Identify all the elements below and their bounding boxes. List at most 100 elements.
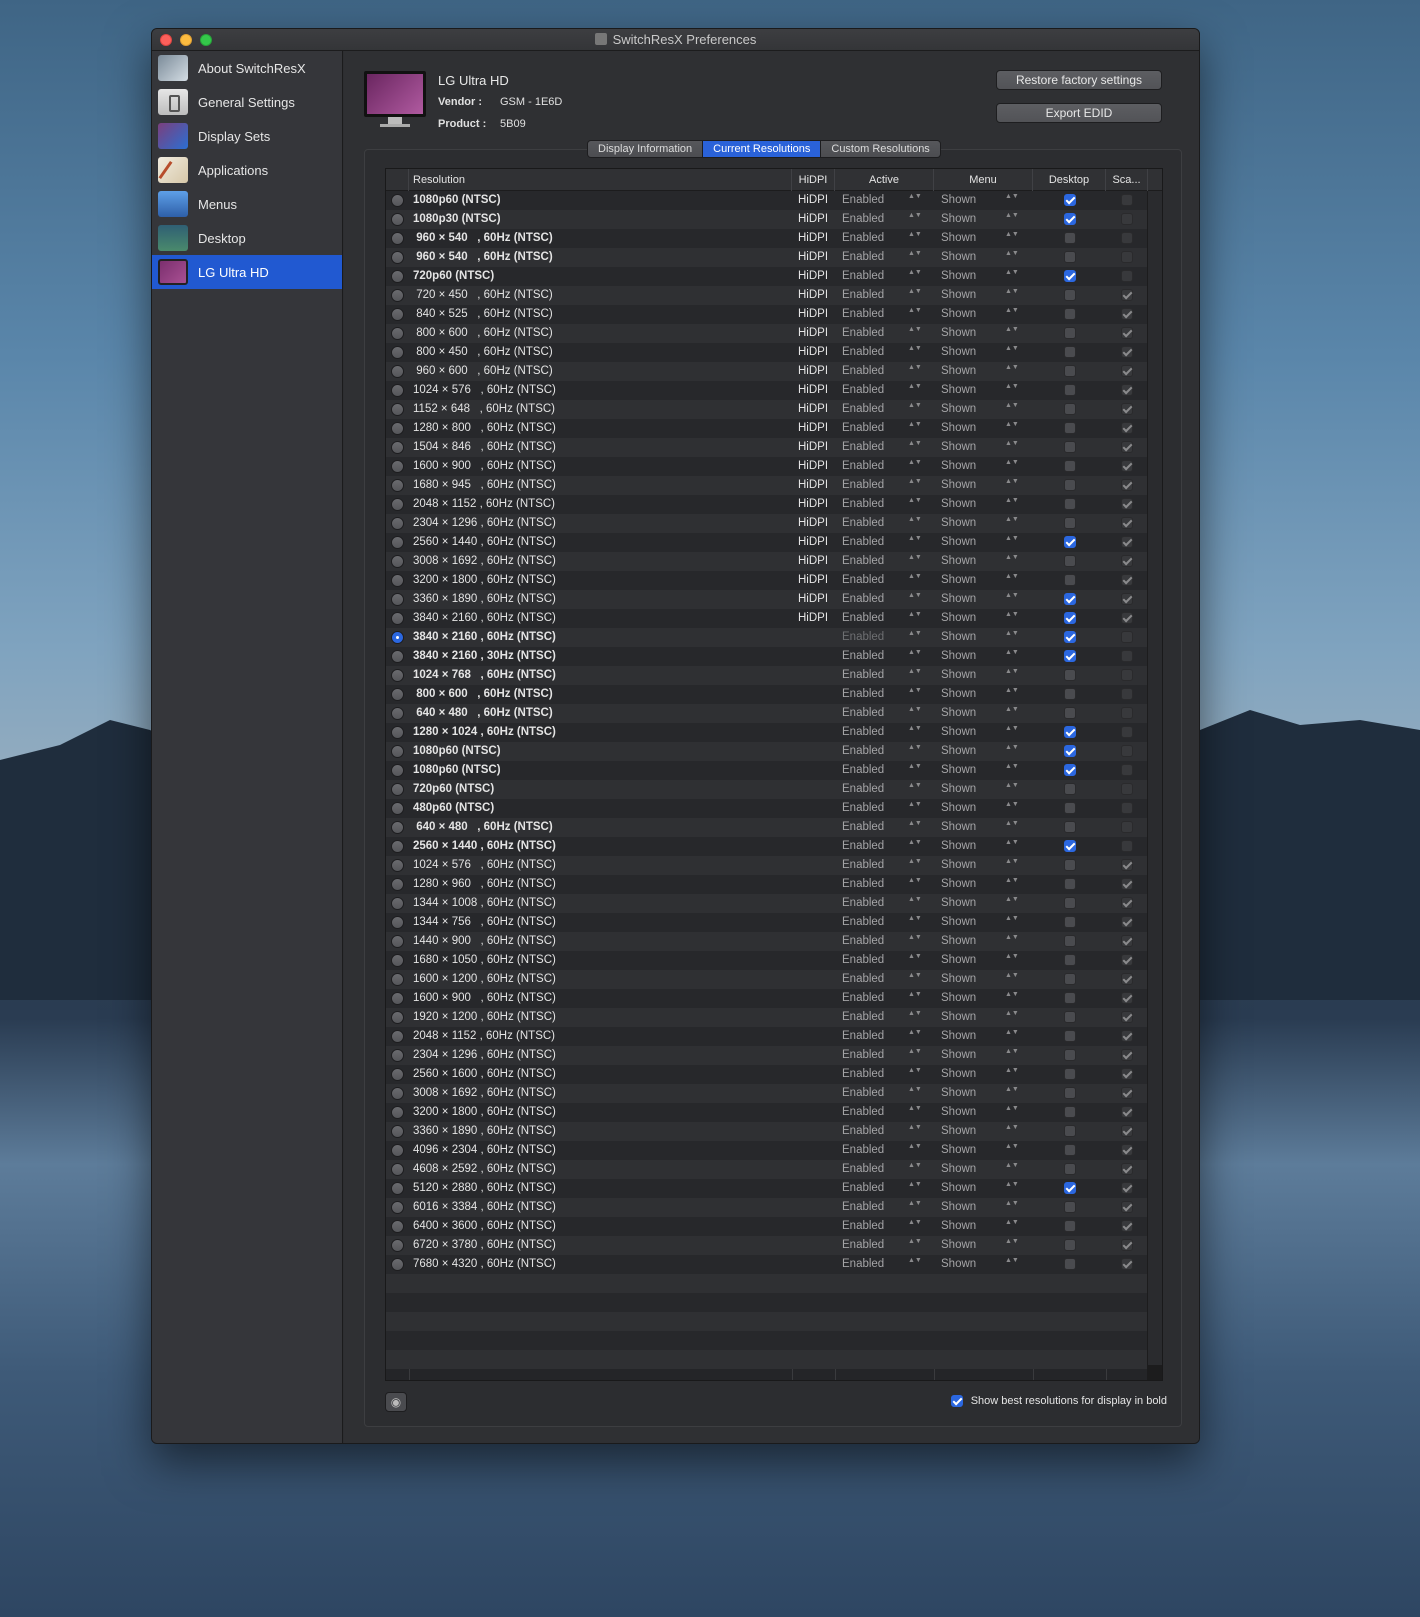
menu-popup[interactable]: Shown xyxy=(941,780,976,799)
table-row[interactable]: 3008 × 1692 , 60Hz (NTSC) HiDPI Enabled ▲▼ S… xyxy=(386,552,1148,571)
scaled-checkbox[interactable] xyxy=(1121,251,1133,263)
desktop-checkbox[interactable] xyxy=(1064,1163,1076,1175)
menu-popup[interactable]: Shown xyxy=(941,1179,976,1198)
scaled-checkbox[interactable] xyxy=(1121,536,1133,548)
desktop-checkbox[interactable] xyxy=(1064,536,1076,548)
active-popup[interactable]: Enabled xyxy=(842,628,884,647)
menu-popup[interactable]: Shown xyxy=(941,818,976,837)
scaled-checkbox[interactable] xyxy=(1121,1049,1133,1061)
menu-popup[interactable]: Shown xyxy=(941,666,976,685)
resolution-radio[interactable] xyxy=(391,669,404,682)
table-row[interactable]: 4096 × 2304 , 60Hz (NTSC) Enabled ▲▼ Shown ▲… xyxy=(386,1141,1148,1160)
menu-popup[interactable]: Shown xyxy=(941,267,976,286)
menu-popup[interactable]: Shown xyxy=(941,856,976,875)
active-popup[interactable]: Enabled xyxy=(842,1141,884,1160)
active-popup[interactable]: Enabled xyxy=(842,704,884,723)
table-row[interactable]: 840 × 525 , 60Hz (NTSC) HiDPI Enabled ▲▼ Sho… xyxy=(386,305,1148,324)
show-bold-checkbox[interactable] xyxy=(950,1395,963,1407)
table-row[interactable]: 1080p30 (NTSC) HiDPI Enabled ▲▼ Shown ▲▼ xyxy=(386,210,1148,229)
desktop-checkbox[interactable] xyxy=(1064,441,1076,453)
scaled-checkbox[interactable] xyxy=(1121,745,1133,757)
active-popup[interactable]: Enabled xyxy=(842,514,884,533)
resolution-radio[interactable] xyxy=(391,954,404,967)
active-popup[interactable]: Enabled xyxy=(842,419,884,438)
desktop-checkbox[interactable] xyxy=(1064,517,1076,529)
tab-custom-resolutions[interactable]: Custom Resolutions xyxy=(821,141,940,157)
resolution-radio[interactable] xyxy=(391,840,404,853)
scaled-checkbox[interactable] xyxy=(1121,802,1133,814)
resolution-radio[interactable] xyxy=(391,916,404,929)
desktop-checkbox[interactable] xyxy=(1064,194,1076,206)
active-popup[interactable]: Enabled xyxy=(842,609,884,628)
menu-popup[interactable]: Shown xyxy=(941,191,976,210)
resolution-radio[interactable] xyxy=(391,1144,404,1157)
menu-popup[interactable]: Shown xyxy=(941,381,976,400)
close-button[interactable] xyxy=(160,34,172,46)
scaled-checkbox[interactable] xyxy=(1121,916,1133,928)
table-row[interactable]: 1344 × 756 , 60Hz (NTSC) Enabled ▲▼ Shown ▲▼ xyxy=(386,913,1148,932)
active-popup[interactable]: Enabled xyxy=(842,1046,884,1065)
desktop-checkbox[interactable] xyxy=(1064,783,1076,795)
header-desktop[interactable]: Desktop xyxy=(1033,169,1106,191)
desktop-checkbox[interactable] xyxy=(1064,1144,1076,1156)
sidebar-item-menus[interactable]: Menus xyxy=(152,187,342,221)
scaled-checkbox[interactable] xyxy=(1121,859,1133,871)
table-row[interactable]: 640 × 480 , 60Hz (NTSC) Enabled ▲▼ Shown ▲▼ xyxy=(386,704,1148,723)
resolution-radio[interactable] xyxy=(391,289,404,302)
scaled-checkbox[interactable] xyxy=(1121,973,1133,985)
active-popup[interactable]: Enabled xyxy=(842,1179,884,1198)
menu-popup[interactable]: Shown xyxy=(941,552,976,571)
menu-popup[interactable]: Shown xyxy=(941,343,976,362)
resolution-radio[interactable] xyxy=(391,194,404,207)
resolution-radio[interactable] xyxy=(391,973,404,986)
scaled-checkbox[interactable] xyxy=(1121,612,1133,624)
menu-popup[interactable]: Shown xyxy=(941,533,976,552)
resolution-radio[interactable] xyxy=(391,650,404,663)
resolution-radio[interactable] xyxy=(391,422,404,435)
table-row[interactable]: 1024 × 576 , 60Hz (NTSC) HiDPI Enabled ▲▼ Sh… xyxy=(386,381,1148,400)
desktop-checkbox[interactable] xyxy=(1064,1030,1076,1042)
desktop-checkbox[interactable] xyxy=(1064,669,1076,681)
desktop-checkbox[interactable] xyxy=(1064,878,1076,890)
desktop-checkbox[interactable] xyxy=(1064,384,1076,396)
scaled-checkbox[interactable] xyxy=(1121,1239,1133,1251)
resolution-radio[interactable] xyxy=(391,1011,404,1024)
table-row[interactable]: 1600 × 900 , 60Hz (NTSC) HiDPI Enabled ▲▼ Sh… xyxy=(386,457,1148,476)
scaled-checkbox[interactable] xyxy=(1121,840,1133,852)
table-row[interactable]: 2560 × 1440 , 60Hz (NTSC) Enabled ▲▼ Shown ▲… xyxy=(386,837,1148,856)
resolution-radio[interactable] xyxy=(391,1239,404,1252)
table-row[interactable]: 7680 × 4320 , 60Hz (NTSC) Enabled ▲▼ Shown ▲… xyxy=(386,1255,1148,1274)
resolution-radio[interactable] xyxy=(391,726,404,739)
active-popup[interactable]: Enabled xyxy=(842,1084,884,1103)
menu-popup[interactable]: Shown xyxy=(941,685,976,704)
scaled-checkbox[interactable] xyxy=(1121,365,1133,377)
active-popup[interactable]: Enabled xyxy=(842,324,884,343)
table-row[interactable]: 2560 × 1600 , 60Hz (NTSC) Enabled ▲▼ Shown ▲… xyxy=(386,1065,1148,1084)
menu-popup[interactable]: Shown xyxy=(941,1027,976,1046)
resolution-radio[interactable] xyxy=(391,270,404,283)
tab-display-information[interactable]: Display Information xyxy=(588,141,704,157)
desktop-checkbox[interactable] xyxy=(1064,1182,1076,1194)
minimize-button[interactable] xyxy=(180,34,192,46)
resolution-radio[interactable] xyxy=(391,897,404,910)
resolution-radio[interactable] xyxy=(391,346,404,359)
active-popup[interactable]: Enabled xyxy=(842,286,884,305)
desktop-checkbox[interactable] xyxy=(1064,726,1076,738)
active-popup[interactable]: Enabled xyxy=(842,989,884,1008)
active-popup[interactable]: Enabled xyxy=(842,400,884,419)
resolution-radio[interactable] xyxy=(391,745,404,758)
resolution-radio[interactable] xyxy=(391,593,404,606)
resolution-radio[interactable] xyxy=(391,555,404,568)
table-row[interactable]: 1080p60 (NTSC) HiDPI Enabled ▲▼ Shown ▲▼ xyxy=(386,191,1148,210)
scaled-checkbox[interactable] xyxy=(1121,897,1133,909)
desktop-checkbox[interactable] xyxy=(1064,973,1076,985)
header-active[interactable]: Active xyxy=(835,169,934,191)
scaled-checkbox[interactable] xyxy=(1121,783,1133,795)
scaled-checkbox[interactable] xyxy=(1121,289,1133,301)
desktop-checkbox[interactable] xyxy=(1064,1106,1076,1118)
scaled-checkbox[interactable] xyxy=(1121,460,1133,472)
header-resolution[interactable]: Resolution xyxy=(409,169,792,191)
scaled-checkbox[interactable] xyxy=(1121,688,1133,700)
scaled-checkbox[interactable] xyxy=(1121,1258,1133,1270)
scaled-checkbox[interactable] xyxy=(1121,954,1133,966)
